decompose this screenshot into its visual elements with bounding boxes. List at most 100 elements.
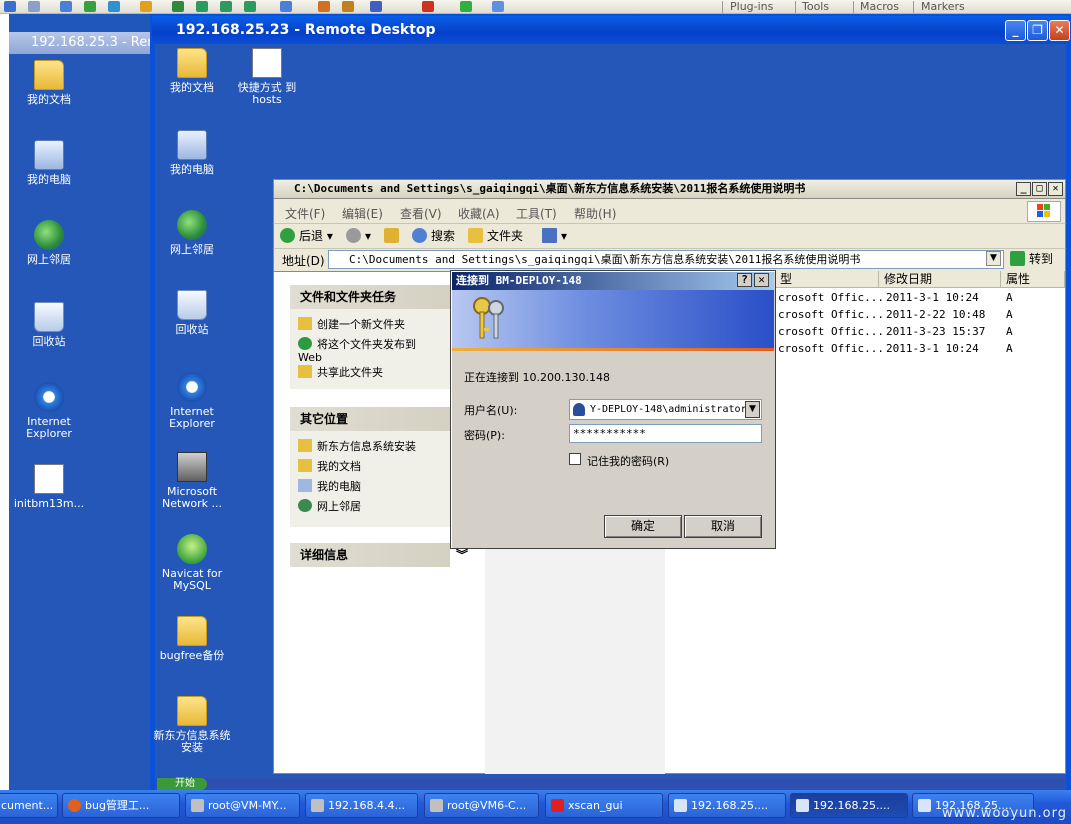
ok-button[interactable]: 确定 <box>604 515 682 538</box>
task-new-folder[interactable]: 创建一个新文件夹 <box>298 317 405 331</box>
explorer-titlebar[interactable]: C:\Documents and Settings\s_gaiqingqi\桌面… <box>273 179 1066 199</box>
remember-password-label[interactable]: 记住我的密码(R) <box>587 453 669 469</box>
undo-icon[interactable] <box>4 1 16 12</box>
start-button[interactable]: 开始 <box>157 778 207 790</box>
back-button[interactable]: 后退 ▾ <box>280 228 333 244</box>
forward-button[interactable]: ▾ <box>346 228 371 244</box>
go-button[interactable]: 转到 <box>1010 250 1053 269</box>
desktop-icon-navicat[interactable]: Navicat for MySQL <box>152 534 232 592</box>
close-button[interactable]: ✕ <box>754 273 769 287</box>
taskbar-button-document[interactable]: cument... <box>0 793 58 818</box>
tool-icon[interactable] <box>342 1 354 12</box>
file-date[interactable]: 2011-3-1 10:24 <box>886 342 979 355</box>
menu-edit[interactable]: 编辑(E) <box>342 205 383 222</box>
minimize-button[interactable]: _ <box>1005 20 1026 41</box>
record-icon[interactable] <box>422 1 434 12</box>
redo-icon[interactable] <box>28 1 40 12</box>
desktop-icon-initbm[interactable]: initbm13m... <box>9 464 89 510</box>
taskbar-button-xscan[interactable]: xscan_gui <box>545 793 663 818</box>
folders-button[interactable]: 文件夹 <box>468 228 523 244</box>
menu-view[interactable]: 查看(V) <box>400 205 442 222</box>
task-share-folder[interactable]: 共享此文件夹 <box>298 365 383 379</box>
remember-password-checkbox[interactable] <box>569 453 581 465</box>
taskbar-button-ssh-vm6[interactable]: root@VM6-C... <box>424 793 539 818</box>
file-type[interactable]: crosoft Offic... <box>778 308 884 321</box>
desktop-icon-my-documents[interactable]: 我的文档 <box>152 48 232 94</box>
column-modified[interactable]: 修改日期 <box>879 271 1001 288</box>
maximize-button[interactable]: □ <box>1032 182 1047 196</box>
taskbar-button-rdp-2[interactable]: 192.168.25.... <box>790 793 908 818</box>
column-attributes[interactable]: 属性 <box>1001 271 1065 288</box>
place-xdf-install[interactable]: 新东方信息系统安装 <box>298 439 416 453</box>
file-tasks-header[interactable]: 文件和文件夹任务 <box>290 285 450 309</box>
sync-icon[interactable] <box>244 1 256 12</box>
menu-macros[interactable]: Macros <box>860 0 899 13</box>
desktop-icon-network[interactable]: 网上邻居 <box>9 220 89 266</box>
up-button[interactable] <box>384 228 403 244</box>
desktop-icon-ie[interactable]: Internet Explorer <box>9 382 89 440</box>
menu-help[interactable]: 帮助(H) <box>574 205 616 222</box>
close-button[interactable]: ✕ <box>1049 20 1070 41</box>
remote-desktop-main-titlebar[interactable]: 192.168.25.23 - Remote Desktop _ ❐ ✕ <box>152 16 1070 44</box>
password-input[interactable]: *********** <box>569 424 762 443</box>
search-button[interactable]: 搜索 <box>412 228 455 244</box>
menu-tools[interactable]: 工具(T) <box>516 205 557 222</box>
desktop-icon-network[interactable]: 网上邻居 <box>152 210 232 256</box>
views-button[interactable]: ▾ <box>542 228 567 244</box>
desktop-icon-bugfree-backup[interactable]: bugfree备份 <box>152 616 232 662</box>
username-dropdown-button[interactable]: ▼ <box>745 401 760 418</box>
other-places-header[interactable]: 其它位置 <box>290 407 450 431</box>
taskbar-button-rdp-1[interactable]: 192.168.25.... <box>668 793 786 818</box>
column-type[interactable]: 型 <box>775 271 879 288</box>
minimize-button[interactable]: _ <box>1016 182 1031 196</box>
address-dropdown-button[interactable]: ▼ <box>986 251 1001 266</box>
desktop-icon-msn[interactable]: Microsoft Network ... <box>152 452 232 510</box>
cancel-button[interactable]: 取消 <box>684 515 762 538</box>
wand-icon[interactable] <box>318 1 330 12</box>
menu-tools[interactable]: Tools <box>802 0 829 13</box>
refresh-icon[interactable] <box>220 1 232 12</box>
menu-plug-ins[interactable]: Plug-ins <box>730 0 773 13</box>
close-button[interactable]: ✕ <box>1048 182 1063 196</box>
taskbar-button-bug-manager[interactable]: bug管理工... <box>62 793 180 818</box>
desktop-icon-xdf-install[interactable]: 新东方信息系统安装 <box>152 696 232 754</box>
desktop-icon-hosts-shortcut[interactable]: 快捷方式 到 hosts <box>227 48 307 106</box>
help-button[interactable]: ? <box>737 273 752 287</box>
desktop-icon-recycle-bin[interactable]: 回收站 <box>152 290 232 336</box>
desktop-icon-recycle-bin[interactable]: 回收站 <box>9 302 89 348</box>
task-publish-web[interactable]: 将这个文件夹发布到 Web <box>298 337 438 364</box>
place-my-computer[interactable]: 我的电脑 <box>298 479 361 493</box>
menu-file[interactable]: 文件(F) <box>285 205 325 222</box>
remote-desktop-left-title[interactable]: 192.168.25.3 - Rer <box>9 32 152 54</box>
details-header[interactable]: 详细信息 ︾ <box>290 543 468 567</box>
desktop-icon-my-computer[interactable]: 我的电脑 <box>9 140 89 186</box>
username-combobox[interactable]: Y-DEPLOY-148\administrator <box>569 399 762 420</box>
restore-button[interactable]: ❐ <box>1027 20 1048 41</box>
chart-icon[interactable] <box>370 1 382 12</box>
file-attr[interactable]: A <box>1006 291 1013 304</box>
file-type[interactable]: crosoft Offic... <box>778 325 884 338</box>
play-icon[interactable] <box>460 1 472 12</box>
file-attr[interactable]: A <box>1006 342 1013 355</box>
file-date[interactable]: 2011-2-22 10:48 <box>886 308 985 321</box>
shield-icon[interactable] <box>280 1 292 12</box>
zoom-out-icon[interactable] <box>108 1 120 12</box>
file-attr[interactable]: A <box>1006 308 1013 321</box>
desktop-icon-ie[interactable]: Internet Explorer <box>152 372 232 430</box>
desktop-icon-my-computer[interactable]: 我的电脑 <box>152 130 232 176</box>
file-attr[interactable]: A <box>1006 325 1013 338</box>
menu-markers[interactable]: Markers <box>921 0 965 13</box>
zoom-icon[interactable] <box>60 1 72 12</box>
grid-icon[interactable] <box>172 1 184 12</box>
menu-favorites[interactable]: 收藏(A) <box>458 205 500 222</box>
find-icon[interactable] <box>140 1 152 12</box>
pointer-icon[interactable] <box>492 1 504 12</box>
taskbar-button-ssh-vm-my[interactable]: root@VM-MY... <box>185 793 300 818</box>
place-my-documents[interactable]: 我的文档 <box>298 459 361 473</box>
zoom-in-icon[interactable] <box>84 1 96 12</box>
address-input[interactable]: C:\Documents and Settings\s_gaiqingqi\桌面… <box>328 250 1004 269</box>
connect-dialog-titlebar[interactable]: 连接到 BM-DEPLOY-148 ? ✕ <box>452 272 774 290</box>
desktop-icon-my-documents[interactable]: 我的文档 <box>9 60 89 106</box>
file-type[interactable]: crosoft Offic... <box>778 342 884 355</box>
file-date[interactable]: 2011-3-1 10:24 <box>886 291 979 304</box>
